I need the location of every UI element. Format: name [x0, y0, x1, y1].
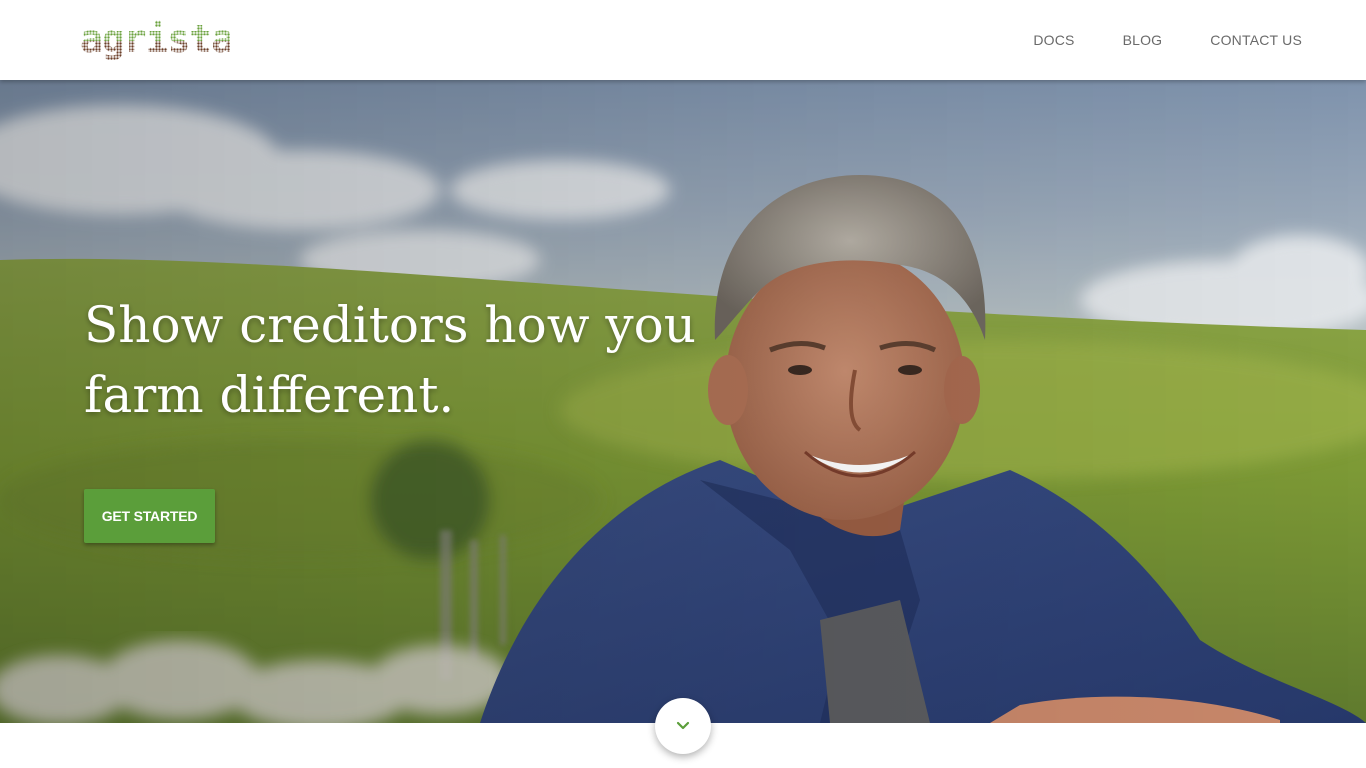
nav-blog-link[interactable]: BLOG	[1123, 32, 1163, 48]
main-nav: DOCS BLOG CONTACT US	[1033, 0, 1302, 80]
hero-headline-line2: farm different.	[84, 366, 455, 424]
hero-headline-line1: Show creditors how you	[84, 296, 696, 354]
chevron-down-icon	[676, 721, 690, 730]
nav-docs-link[interactable]: DOCS	[1033, 32, 1074, 48]
agrista-logo[interactable]: agrista agrista	[80, 18, 230, 64]
nav-contact-link[interactable]: CONTACT US	[1210, 32, 1302, 48]
site-header: agrista agrista DOCS BLOG CONTACT US	[0, 0, 1366, 80]
hero-headline: Show creditors how you farm different.	[84, 290, 724, 430]
get-started-button[interactable]: GET STARTED	[84, 489, 215, 543]
hero-section: Show creditors how you farm different. G…	[0, 80, 1366, 723]
scroll-down-button[interactable]	[655, 698, 711, 754]
